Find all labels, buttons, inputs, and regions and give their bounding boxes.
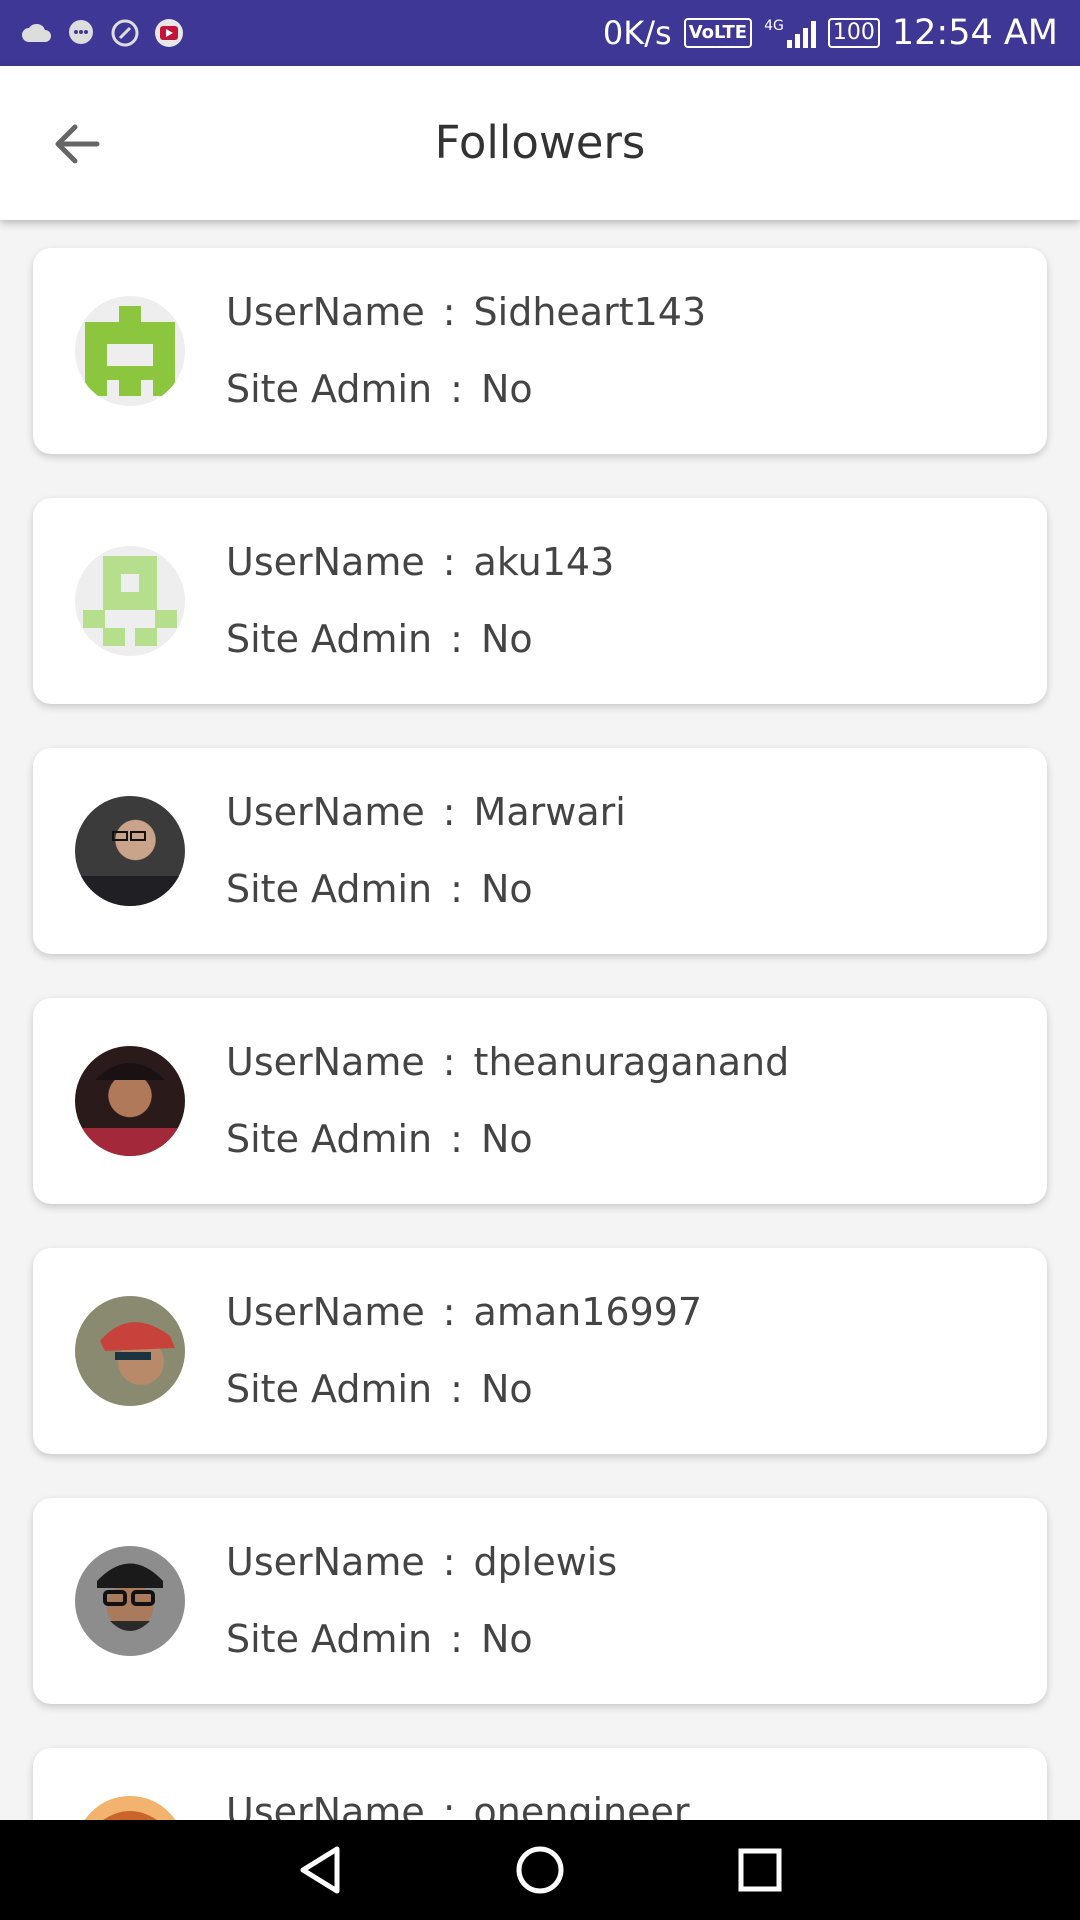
avatar [75, 296, 185, 406]
nav-home-button[interactable] [505, 1835, 575, 1905]
avatar [75, 1546, 185, 1656]
username-label: UserName [226, 1290, 425, 1334]
nav-back-button[interactable] [285, 1835, 355, 1905]
follower-card[interactable]: UserName: aman16997 Site Admin: No [33, 1248, 1047, 1454]
username-value: aman16997 [473, 1290, 703, 1334]
follower-card[interactable]: UserName: theanuraganand Site Admin: No [33, 998, 1047, 1204]
separator: : [442, 1540, 456, 1584]
volte-badge: VoLTE [683, 18, 753, 48]
arrow-back-icon [55, 124, 100, 164]
separator: : [450, 1617, 463, 1661]
username-value: dplewis [473, 1540, 618, 1584]
back-button[interactable] [38, 106, 114, 182]
avatar [75, 1296, 185, 1406]
username-line: UserName: dplewis [226, 1540, 617, 1584]
follower-card[interactable]: UserName: dplewis Site Admin: No [33, 1498, 1047, 1704]
app-icon [108, 16, 142, 50]
back-triangle-icon [300, 1846, 340, 1894]
page-title: Followers [434, 116, 646, 169]
username-line: UserName: onengineer [226, 1790, 690, 1820]
site-admin-label: Site Admin [226, 1117, 433, 1161]
site-admin-value: No [480, 1367, 533, 1411]
separator: : [442, 290, 456, 334]
battery-level: 100 [832, 20, 875, 45]
followers-list[interactable]: UserName: Sidheart143 Site Admin: No UserN… [0, 220, 1080, 1820]
follower-card[interactable]: UserName: aku143 Site Admin: No [33, 498, 1047, 704]
site-admin-label: Site Admin [226, 1367, 433, 1411]
site-admin-value: No [480, 367, 533, 411]
site-admin-line: Site Admin: No [226, 1367, 533, 1411]
youtube-icon [152, 16, 186, 50]
network-type: 4G [764, 18, 784, 34]
avatar [75, 796, 185, 906]
separator: : [450, 1367, 463, 1411]
separator: : [442, 1040, 456, 1084]
network-speed: 0K/s [602, 14, 672, 52]
avatar [75, 1796, 185, 1820]
site-admin-line: Site Admin: No [226, 1117, 533, 1161]
site-admin-value: No [480, 1617, 533, 1661]
avatar [75, 1046, 185, 1156]
cloud-icon [20, 16, 54, 50]
separator: : [442, 540, 456, 584]
site-admin-value: No [480, 617, 533, 661]
avatar [75, 546, 185, 656]
home-circle-icon [516, 1846, 564, 1894]
site-admin-label: Site Admin [226, 1617, 433, 1661]
username-value: aku143 [473, 540, 615, 584]
site-admin-line: Site Admin: No [226, 1617, 533, 1661]
app-bar: Followers [0, 66, 1080, 220]
username-label: UserName [226, 790, 425, 834]
separator: : [450, 867, 463, 911]
username-label: UserName [226, 290, 425, 334]
site-admin-line: Site Admin: No [226, 367, 533, 411]
chat-icon [64, 16, 98, 50]
follower-card[interactable]: UserName: Marwari Site Admin: No [33, 748, 1047, 954]
username-line: UserName: aku143 [226, 540, 614, 584]
username-label: UserName [226, 540, 425, 584]
nav-recents-button[interactable] [725, 1835, 795, 1905]
username-value: Sidheart143 [473, 290, 707, 334]
recents-square-icon [738, 1848, 782, 1892]
site-admin-line: Site Admin: No [226, 617, 533, 661]
clock: 12:54 AM [891, 13, 1058, 53]
follower-card[interactable]: UserName:onengineer Site Admin:No [33, 1748, 1047, 1820]
separator: : [442, 1290, 456, 1334]
username-line: UserName: theanuraganand [226, 1040, 789, 1084]
separator: : [450, 367, 463, 411]
username-label: UserName [226, 1790, 425, 1820]
site-admin-label: Site Admin [226, 867, 433, 911]
site-admin-label: Site Admin [226, 617, 433, 661]
site-admin-value: No [480, 867, 533, 911]
status-bar: 0K/s VoLTE 4G 100 12:54 AM [0, 0, 1080, 66]
site-admin-line: Site Admin: No [226, 867, 533, 911]
battery-icon: 100 [827, 18, 880, 48]
username-value: onengineer [473, 1790, 690, 1820]
username-label: UserName [226, 1040, 425, 1084]
separator: : [442, 1790, 456, 1820]
username-line: UserName: Sidheart143 [226, 290, 706, 334]
system-nav-bar [0, 1820, 1080, 1920]
username-value: theanuraganand [473, 1040, 790, 1084]
separator: : [450, 1117, 463, 1161]
username-value: Marwari [473, 790, 626, 834]
site-admin-label: Site Admin [226, 367, 433, 411]
separator: : [450, 617, 463, 661]
username-label: UserName [226, 1540, 425, 1584]
username-line: UserName: Marwari [226, 790, 626, 834]
separator: : [442, 790, 456, 834]
username-line: UserName: aman16997 [226, 1290, 702, 1334]
signal-icon: 4G [764, 18, 816, 48]
follower-card[interactable]: UserName: Sidheart143 Site Admin: No [33, 248, 1047, 454]
site-admin-value: No [480, 1117, 533, 1161]
